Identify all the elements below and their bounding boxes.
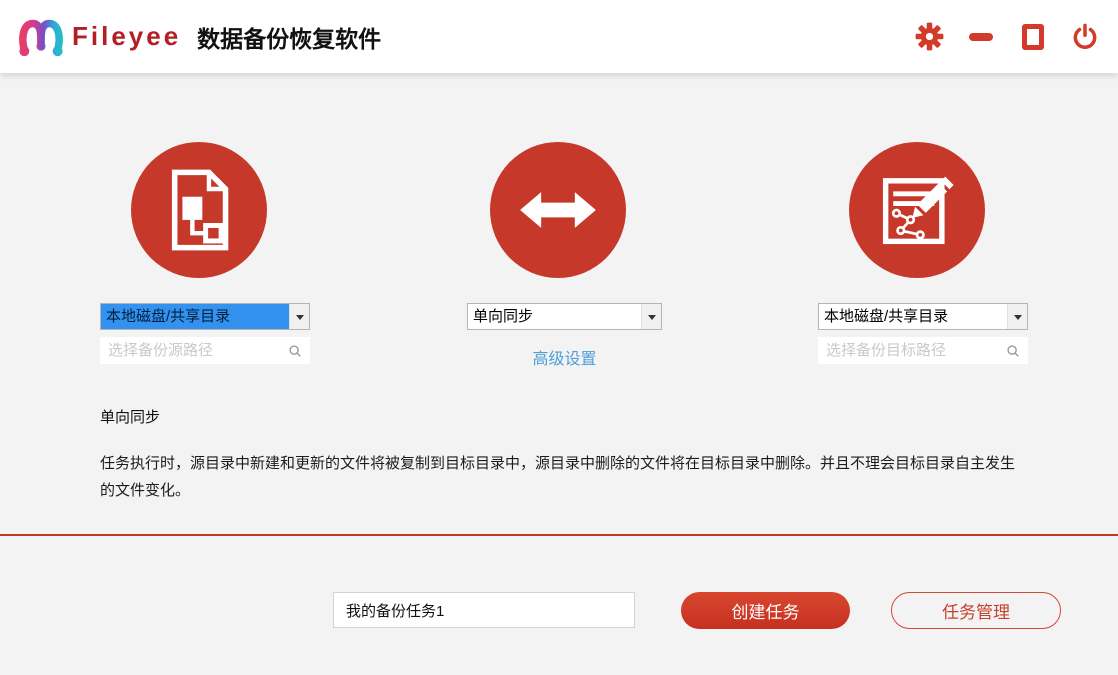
manage-tasks-button[interactable]: 任务管理 [891,592,1061,629]
sync-mode-select[interactable]: 单向同步 [467,303,662,330]
app-title: 数据备份恢复软件 [197,20,381,54]
target-type-value: 本地磁盘/共享目录 [819,304,1007,329]
task-name-input[interactable] [333,592,635,628]
red-divider [0,534,1118,536]
minimize-icon[interactable] [966,22,996,52]
fileyee-logo-icon [16,12,66,62]
double-arrow-icon [490,142,626,278]
create-task-button[interactable]: 创建任务 [681,592,850,629]
chevron-down-icon[interactable] [1007,304,1027,329]
title-bar: Fileyee 数据备份恢复软件 [0,0,1118,73]
source-type-value: 本地磁盘/共享目录 [101,304,289,329]
source-path-input[interactable] [100,342,288,359]
note-pencil-icon [849,142,985,278]
target-type-select[interactable]: 本地磁盘/共享目录 [818,303,1028,330]
target-path-field [818,337,1028,364]
advanced-settings-link[interactable]: 高级设置 [467,345,662,369]
app-window: Fileyee 数据备份恢复软件 [0,0,1118,675]
search-icon[interactable] [1006,344,1020,358]
power-icon[interactable] [1070,22,1100,52]
chevron-down-icon[interactable] [289,304,309,329]
sync-mode-value: 单向同步 [468,304,641,329]
brand-name: Fileyee [72,21,181,52]
maximize-icon[interactable] [1018,22,1048,52]
gear-icon[interactable] [914,22,944,52]
chevron-down-icon[interactable] [641,304,661,329]
search-icon[interactable] [288,344,302,358]
source-path-field [100,337,310,364]
source-type-select[interactable]: 本地磁盘/共享目录 [100,303,310,330]
sync-mode-title: 单向同步 [100,406,160,427]
flowchart-document-icon [131,142,267,278]
target-path-input[interactable] [818,342,1006,359]
titlebar-actions [914,22,1118,52]
sync-mode-description: 任务执行时，源目录中新建和更新的文件将被复制到目标目录中，源目录中删除的文件将在… [100,450,1018,504]
